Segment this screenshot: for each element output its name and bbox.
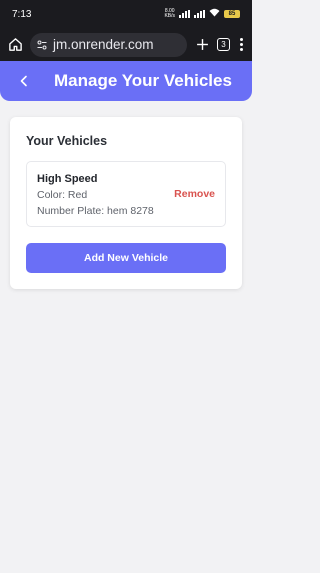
signal-icon: [179, 10, 190, 18]
vehicle-name: High Speed: [37, 173, 98, 185]
network-speed-unit: KB/s: [164, 13, 175, 19]
more-menu-icon[interactable]: [236, 36, 246, 54]
vehicle-color: Color: Red: [37, 189, 88, 201]
battery-icon: 85: [224, 10, 240, 18]
browser-toolbar: jm.onrender.com 3: [0, 28, 252, 61]
network-speed: 8.00 KB/s: [164, 9, 175, 19]
signal-icon-2: [194, 10, 205, 18]
url-text[interactable]: jm.onrender.com: [53, 37, 154, 52]
page-title: Manage Your Vehicles: [54, 71, 232, 90]
vehicles-card: Your Vehicles High Speed Color: Red Numb…: [10, 117, 242, 289]
status-time: 7:13: [12, 8, 32, 20]
vehicle-number-plate: Number Plate: hem 8278: [37, 205, 154, 217]
app-header: Manage Your Vehicles: [0, 61, 252, 101]
remove-vehicle-button[interactable]: Remove: [174, 188, 215, 200]
wifi-icon: [209, 8, 220, 20]
card-title: Your Vehicles: [26, 134, 108, 148]
status-bar: 7:13 8.00 KB/s 85: [0, 0, 252, 28]
back-arrow-icon[interactable]: [12, 69, 36, 93]
address-bar[interactable]: jm.onrender.com: [30, 32, 187, 57]
add-vehicle-button[interactable]: Add New Vehicle: [26, 243, 226, 273]
home-icon[interactable]: [6, 36, 24, 54]
tab-switcher-button[interactable]: 3: [217, 38, 230, 51]
status-icons: 8.00 KB/s 85: [164, 8, 240, 20]
vehicle-list-item: High Speed Color: Red Number Plate: hem …: [26, 161, 226, 227]
new-tab-icon[interactable]: [193, 36, 211, 54]
site-settings-icon[interactable]: [36, 39, 48, 51]
